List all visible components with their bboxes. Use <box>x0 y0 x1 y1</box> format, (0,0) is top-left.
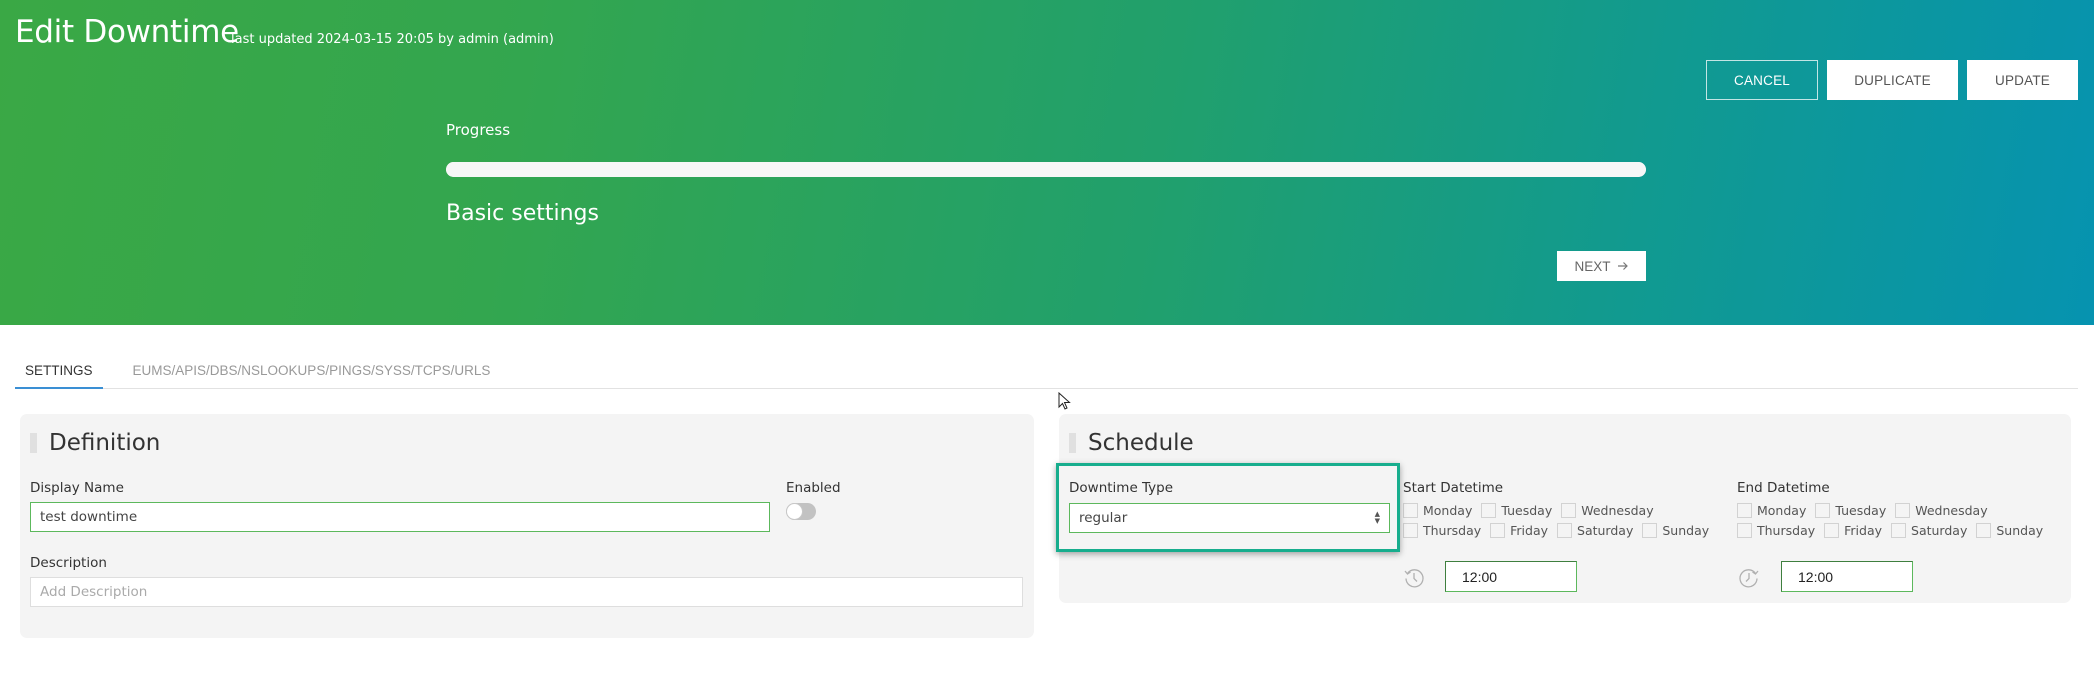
end-day-wednesday[interactable]: Wednesday <box>1895 502 1988 518</box>
description-input[interactable]: Add Description <box>30 577 1023 607</box>
toggle-knob <box>786 503 803 520</box>
tab-checks[interactable]: EUMS/APIS/DBS/NSLOOKUPS/PINGS/SYSS/TCPS/… <box>123 352 501 389</box>
definition-card: Definition Display Name test downtime En… <box>20 414 1034 638</box>
display-name-input[interactable]: test downtime <box>30 502 770 532</box>
title-accent-bar <box>1069 433 1076 453</box>
description-label: Description <box>30 555 107 571</box>
start-datetime-label: Start Datetime <box>1403 480 1504 496</box>
mouse-cursor-icon <box>1058 392 1071 410</box>
progress-bar <box>446 162 1646 177</box>
end-time-input[interactable]: 12:00 <box>1781 561 1913 592</box>
checkbox[interactable] <box>1490 522 1506 538</box>
next-button-label: NEXT <box>1574 258 1611 274</box>
progress-label: Progress <box>446 121 511 139</box>
arrow-right-icon <box>1617 262 1628 270</box>
enabled-label: Enabled <box>786 480 841 496</box>
checkbox[interactable] <box>1642 522 1658 538</box>
step-title: Basic settings <box>446 201 599 226</box>
schedule-title: Schedule <box>1069 430 1194 456</box>
select-arrows-icon: ▲ ▼ <box>1374 510 1380 525</box>
end-day-friday[interactable]: Friday <box>1824 522 1882 538</box>
checkbox[interactable] <box>1403 502 1418 518</box>
definition-title: Definition <box>30 430 160 456</box>
checkbox[interactable] <box>1737 522 1752 538</box>
checkbox[interactable] <box>1976 522 1992 538</box>
end-datetime-label: End Datetime <box>1737 480 1830 496</box>
start-days: Monday Tuesday Wednesday Thursday Friday… <box>1403 500 1718 540</box>
checkbox[interactable] <box>1824 522 1840 538</box>
checkbox[interactable] <box>1561 502 1577 518</box>
last-updated-text: last updated 2024-03-15 20:05 by admin (… <box>231 32 554 47</box>
progress-bar-fill <box>446 162 1646 177</box>
checkbox[interactable] <box>1403 522 1418 538</box>
checkbox[interactable] <box>1557 522 1573 538</box>
end-day-saturday[interactable]: Saturday <box>1891 522 1967 538</box>
enabled-toggle[interactable] <box>786 503 816 520</box>
end-day-sunday[interactable]: Sunday <box>1976 522 2043 538</box>
end-day-thursday[interactable]: Thursday <box>1737 522 1815 538</box>
update-button[interactable]: UPDATE <box>1967 60 2078 100</box>
schedule-title-text: Schedule <box>1088 430 1194 456</box>
end-days: Monday Tuesday Wednesday Thursday Friday… <box>1737 500 2052 540</box>
page-title: Edit Downtime <box>15 14 239 50</box>
downtime-type-label: Downtime Type <box>1069 480 1174 496</box>
definition-title-text: Definition <box>49 430 161 456</box>
start-day-sunday[interactable]: Sunday <box>1642 522 1709 538</box>
cancel-button[interactable]: CANCEL <box>1706 60 1818 100</box>
start-day-monday[interactable]: Monday <box>1403 502 1472 518</box>
start-day-friday[interactable]: Friday <box>1490 522 1548 538</box>
end-day-tuesday[interactable]: Tuesday <box>1815 502 1886 518</box>
next-button[interactable]: NEXT <box>1557 251 1646 281</box>
start-day-saturday[interactable]: Saturday <box>1557 522 1633 538</box>
downtime-type-value: regular <box>1079 510 1128 526</box>
start-time-input[interactable]: 12:00 <box>1445 561 1577 592</box>
downtime-type-select[interactable]: regular ▲ ▼ <box>1069 503 1390 533</box>
start-day-wednesday[interactable]: Wednesday <box>1561 502 1654 518</box>
checkbox[interactable] <box>1737 502 1752 518</box>
tab-settings[interactable]: SETTINGS <box>15 352 103 389</box>
duplicate-button[interactable]: DUPLICATE <box>1827 60 1958 100</box>
history-clock-icon[interactable] <box>1403 567 1425 589</box>
header-banner: Edit Downtime last updated 2024-03-15 20… <box>0 0 2094 325</box>
display-name-label: Display Name <box>30 480 124 496</box>
title-accent-bar <box>30 433 37 453</box>
checkbox[interactable] <box>1891 522 1907 538</box>
tab-bar: SETTINGS EUMS/APIS/DBS/NSLOOKUPS/PINGS/S… <box>15 352 2078 389</box>
description-placeholder: Add Description <box>40 584 148 600</box>
checkbox[interactable] <box>1895 502 1911 518</box>
restore-clock-icon[interactable] <box>1738 567 1760 589</box>
end-day-monday[interactable]: Monday <box>1737 502 1806 518</box>
checkbox[interactable] <box>1481 502 1497 518</box>
start-day-thursday[interactable]: Thursday <box>1403 522 1481 538</box>
checkbox[interactable] <box>1815 502 1831 518</box>
start-day-tuesday[interactable]: Tuesday <box>1481 502 1552 518</box>
